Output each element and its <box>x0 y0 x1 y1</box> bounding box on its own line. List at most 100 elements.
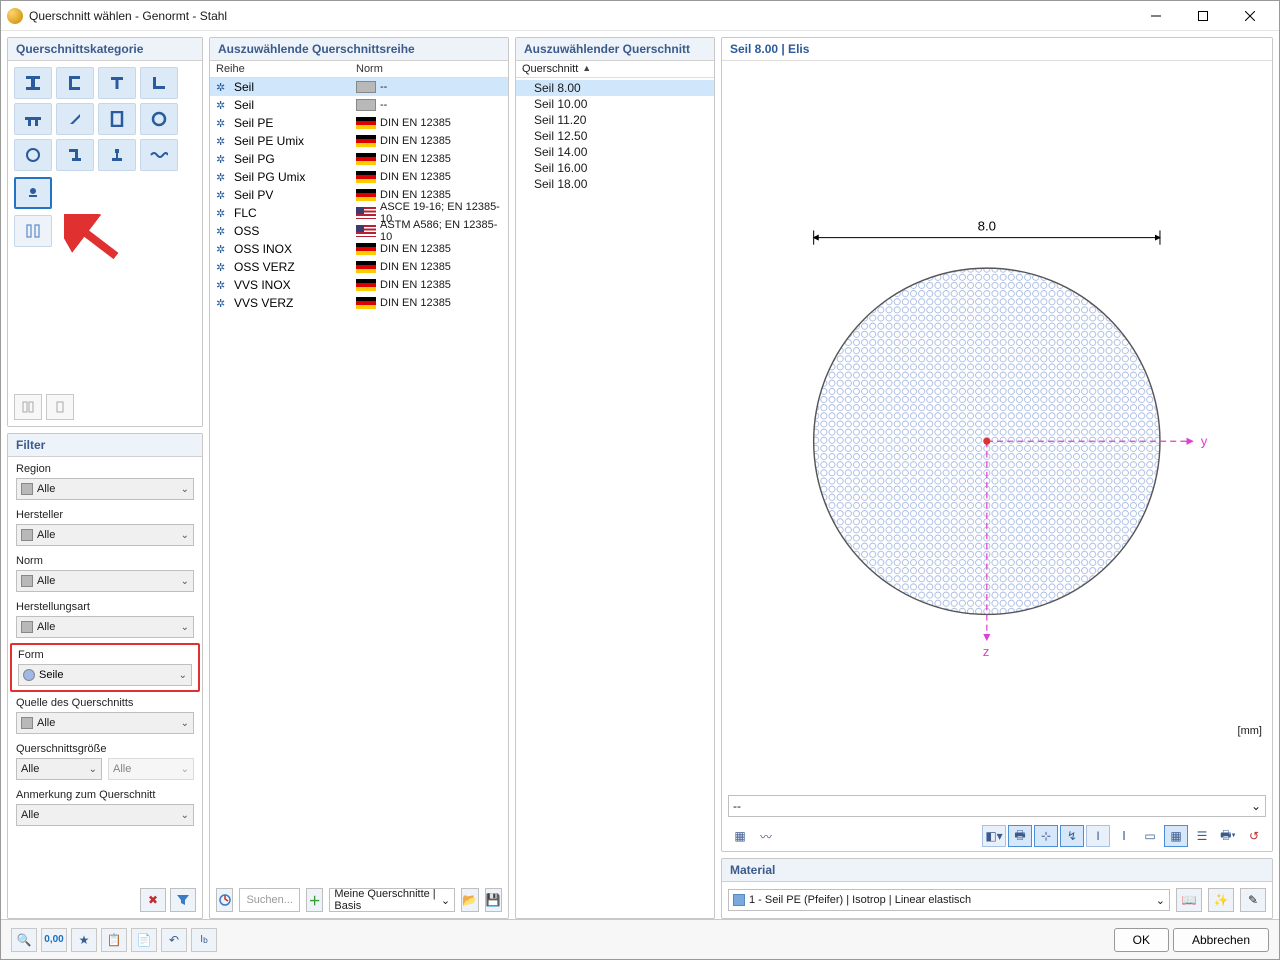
ok-button[interactable]: OK <box>1114 928 1169 952</box>
material-new-button[interactable]: ✨ <box>1208 888 1234 912</box>
material-lib-button[interactable]: 📖 <box>1176 888 1202 912</box>
filter-form-select[interactable]: Seile⌄ <box>18 664 192 686</box>
tb-axes-button[interactable]: ↯ <box>1060 825 1084 847</box>
reihe-row[interactable]: ✲Seil-- <box>210 78 508 96</box>
category-angle[interactable] <box>140 67 178 99</box>
category-rail[interactable] <box>98 139 136 171</box>
filter-herstellungsart-select[interactable]: Alle⌄ <box>16 616 194 638</box>
reihe-row[interactable]: ✲OSS VERZDIN EN 12385 <box>210 258 508 276</box>
tb-dim-button[interactable]: ⊹ <box>1034 825 1058 847</box>
category-round-hollow[interactable] <box>140 103 178 135</box>
bb-fav-button[interactable]: ★ <box>71 928 97 952</box>
tb-values-button[interactable]: ▦ <box>728 825 752 847</box>
querschnitt-row[interactable]: Seil 8.00 <box>516 80 714 96</box>
querschnitt-row[interactable]: Seil 16.00 <box>516 160 714 176</box>
querschnitt-col[interactable]: Querschnitt <box>522 63 578 75</box>
bb-section-button[interactable]: Ib <box>191 928 217 952</box>
preview-panel: Seil 8.00 | Elis <box>721 37 1273 852</box>
querschnitt-row[interactable]: Seil 11.20 <box>516 112 714 128</box>
reihe-search-input[interactable]: Suchen... <box>239 888 299 912</box>
bb-copy-button[interactable]: 📋 <box>101 928 127 952</box>
reihe-row[interactable]: ✲Seil PE UmixDIN EN 12385 <box>210 132 508 150</box>
querschnitt-row[interactable]: Seil 18.00 <box>516 176 714 192</box>
filter-quelle-select[interactable]: Alle⌄ <box>16 712 194 734</box>
tb-print-button[interactable]: 🖶 <box>1008 825 1032 847</box>
tb-base-button[interactable]: ▭ <box>1138 825 1162 847</box>
preview-info-dropdown[interactable]: --⌄ <box>728 795 1266 817</box>
category-channel[interactable] <box>56 67 94 99</box>
svg-text:8.0: 8.0 <box>978 218 996 233</box>
cat-footer-btn-1[interactable] <box>14 394 42 420</box>
material-panel: Material 1 - Seil PE (Pfeifer) | Isotrop… <box>721 858 1273 919</box>
tb-stress-button[interactable]: 〰 <box>754 825 778 847</box>
bb-undo-button[interactable]: ↶ <box>161 928 187 952</box>
reihe-col-name[interactable]: Reihe <box>216 63 356 75</box>
category-angle2[interactable] <box>56 103 94 135</box>
bb-units-button[interactable]: 0,00 <box>41 928 67 952</box>
app-icon <box>7 8 23 24</box>
tb-view1-button[interactable]: ◧▾ <box>982 825 1006 847</box>
tb-outline-button[interactable]: Ⅰ <box>1112 825 1136 847</box>
reihe-row[interactable]: ✲OSSASTM A586; EN 12385-10 <box>210 222 508 240</box>
querschnitt-list: Seil 8.00Seil 10.00Seil 11.20Seil 12.50S… <box>516 78 714 192</box>
filter-groesse1-select[interactable]: Alle⌄ <box>16 758 102 780</box>
category-i-section[interactable] <box>14 67 52 99</box>
reihe-col-norm[interactable]: Norm <box>356 63 383 75</box>
cat-footer-btn-2[interactable] <box>46 394 74 420</box>
tb-export-button[interactable]: 🖶▾ <box>1216 825 1240 847</box>
tb-reset-button[interactable]: ↺ <box>1242 825 1266 847</box>
reihe-row[interactable]: ✲VVS INOXDIN EN 12385 <box>210 276 508 294</box>
bottom-bar: 🔍 0,00 ★ 📋 📄 ↶ Ib OK Abbrechen <box>1 919 1279 959</box>
reihe-add-button[interactable]: ＋ <box>306 888 323 912</box>
querschnitt-row[interactable]: Seil 12.50 <box>516 128 714 144</box>
reihe-header: Auszuwählende Querschnittsreihe <box>210 38 508 61</box>
filter-norm-select[interactable]: Alle⌄ <box>16 570 194 592</box>
minimize-button[interactable] <box>1133 1 1179 31</box>
bb-paste-button[interactable]: 📄 <box>131 928 157 952</box>
filter-region-label: Region <box>16 463 194 475</box>
filter-anmerkung-select[interactable]: Alle⌄ <box>16 804 194 826</box>
querschnitt-row[interactable]: Seil 10.00 <box>516 96 714 112</box>
material-select[interactable]: 1 - Seil PE (Pfeifer) | Isotrop | Linear… <box>728 889 1170 911</box>
reihe-row[interactable]: ✲Seil-- <box>210 96 508 114</box>
reihe-row[interactable]: ✲Seil PGDIN EN 12385 <box>210 150 508 168</box>
tb-list-button[interactable]: ☰ <box>1190 825 1214 847</box>
reihe-save-button[interactable]: 💾 <box>485 888 502 912</box>
preview-title: Seil 8.00 | Elis <box>722 38 1272 61</box>
reihe-row[interactable]: ✲Seil PG UmixDIN EN 12385 <box>210 168 508 186</box>
reihe-open-button[interactable]: 📂 <box>461 888 478 912</box>
filter-header: Filter <box>8 434 202 457</box>
preview-unit: [mm] <box>1238 725 1262 737</box>
material-edit-button[interactable]: ✎ <box>1240 888 1266 912</box>
bb-search-button[interactable]: 🔍 <box>11 928 37 952</box>
reihe-basis-dropdown[interactable]: Meine Querschnitte | Basis⌄ <box>329 888 455 912</box>
category-custom[interactable] <box>14 215 52 247</box>
category-panel: Querschnittskategorie <box>7 37 203 427</box>
filter-hersteller-select[interactable]: Alle⌄ <box>16 524 194 546</box>
sort-asc-icon[interactable]: ▲ <box>582 63 591 73</box>
reihe-row[interactable]: ✲Seil PEDIN EN 12385 <box>210 114 508 132</box>
category-corrugated[interactable] <box>140 139 178 171</box>
cancel-button[interactable]: Abbrechen <box>1173 928 1269 952</box>
category-double-tee[interactable] <box>14 103 52 135</box>
filter-panel: Filter Region Alle⌄ Hersteller Alle⌄ Nor… <box>7 433 203 919</box>
maximize-button[interactable] <box>1180 1 1226 31</box>
close-button[interactable] <box>1227 1 1273 31</box>
tb-iprofile-button[interactable]: I <box>1086 825 1110 847</box>
category-rect-hollow[interactable] <box>98 103 136 135</box>
preview-toolbar: ▦ 〰 ◧▾ 🖶 ⊹ ↯ I Ⅰ ▭ ▦ ☰ 🖶▾ ↺ <box>722 821 1272 851</box>
category-round-solid[interactable] <box>14 139 52 171</box>
reihe-row[interactable]: ✲VVS VERZDIN EN 12385 <box>210 294 508 312</box>
reihe-reset-button[interactable] <box>216 888 233 912</box>
tb-grid-button[interactable]: ▦ <box>1164 825 1188 847</box>
filter-groesse2-select[interactable]: Alle⌄ <box>108 758 194 780</box>
filter-apply-button[interactable] <box>170 888 196 912</box>
category-zee[interactable] <box>56 139 94 171</box>
filter-clear-button[interactable]: ✖ <box>140 888 166 912</box>
category-cable[interactable] <box>14 177 52 209</box>
category-tee[interactable] <box>98 67 136 99</box>
material-header: Material <box>722 859 1272 882</box>
reihe-row[interactable]: ✲OSS INOXDIN EN 12385 <box>210 240 508 258</box>
filter-region-select[interactable]: Alle⌄ <box>16 478 194 500</box>
querschnitt-row[interactable]: Seil 14.00 <box>516 144 714 160</box>
